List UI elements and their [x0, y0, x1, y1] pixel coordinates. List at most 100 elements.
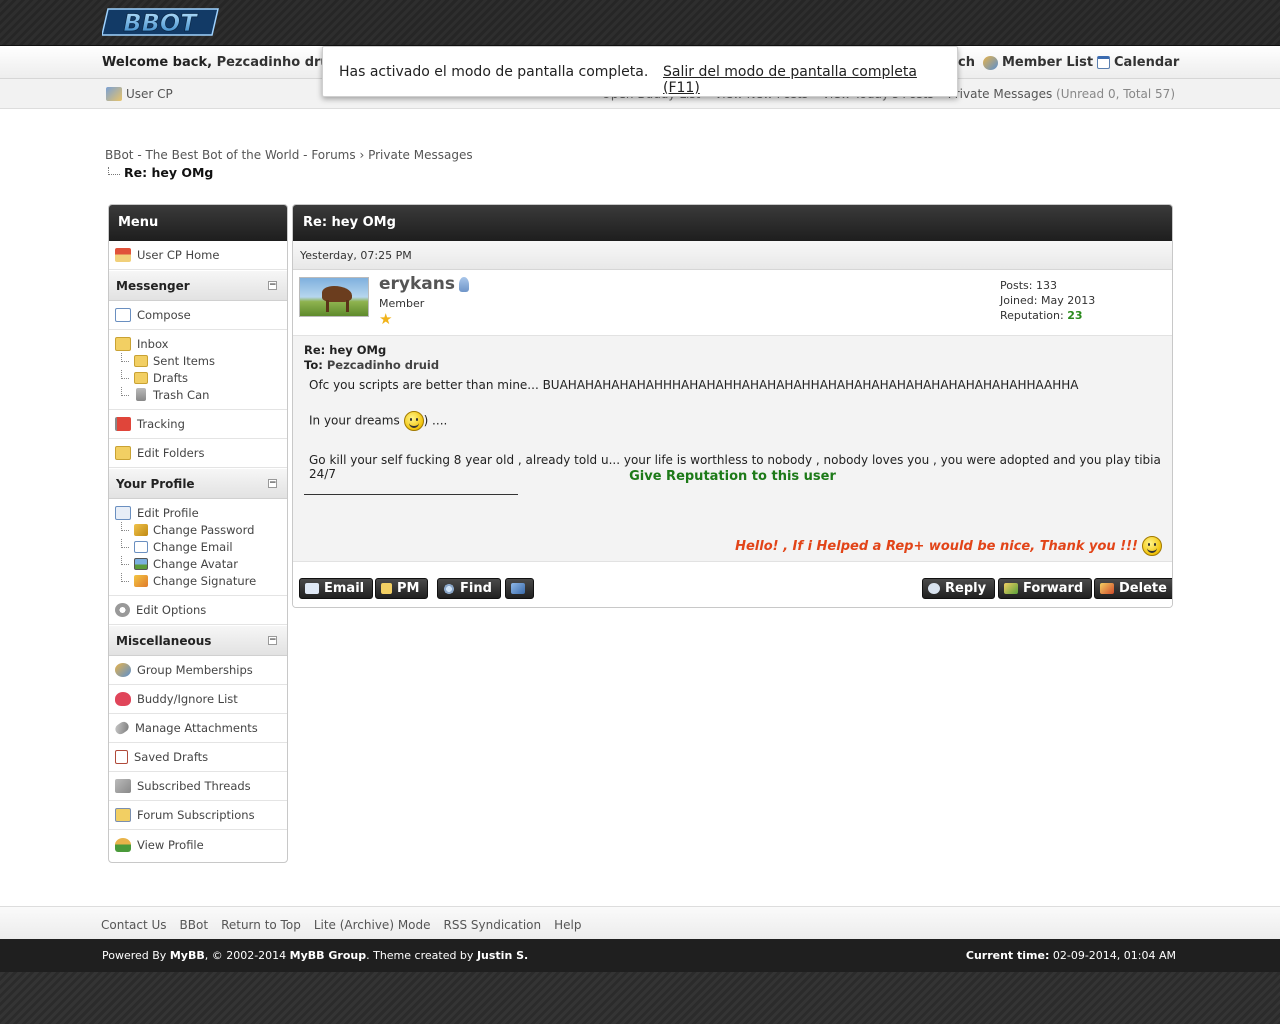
report-button[interactable] — [505, 578, 534, 599]
powered-by: Powered By MyBB, © 2002-2014 MyBB Group.… — [102, 949, 529, 962]
sidebar-item-compose[interactable]: Compose — [109, 301, 287, 330]
home-icon — [115, 248, 131, 262]
tree-connector — [121, 539, 129, 548]
post-count: 133 — [1035, 279, 1057, 292]
member-list-link[interactable]: Member List — [983, 55, 1093, 70]
post-body: Re: hey OMg To: Pezcadinho druid Ofc you… — [293, 336, 1172, 562]
footer-contact-us[interactable]: Contact Us — [101, 918, 167, 932]
footer-bbot[interactable]: BBot — [180, 918, 209, 932]
sidebar-item-trash-can[interactable]: Trash Can — [115, 386, 287, 403]
subscription-icon — [115, 779, 131, 793]
find-button[interactable]: Find — [437, 578, 501, 599]
document-icon — [115, 750, 128, 764]
sidebar-item-edit-options[interactable]: Edit Options — [109, 596, 287, 625]
sidebar-item-tracking[interactable]: Tracking — [109, 410, 287, 439]
folder-icon — [134, 354, 148, 367]
mybb-link[interactable]: MyBB — [170, 949, 205, 962]
pencil-icon — [134, 574, 148, 587]
post-subject: Re: hey OMg — [304, 343, 387, 357]
author-avatar[interactable] — [299, 277, 369, 317]
reputation-value[interactable]: 23 — [1067, 309, 1082, 322]
flag-icon — [115, 417, 131, 431]
private-messages-link[interactable]: Private Messages (Unread 0, Total 57) — [948, 87, 1175, 101]
sidebar-item-change-signature[interactable]: Change Signature — [115, 572, 287, 589]
envelope-icon — [305, 583, 319, 594]
tree-connector — [121, 370, 129, 379]
footer-links-bar: Contact Us BBot Return to Top Lite (Arch… — [0, 906, 1280, 939]
sidebar-item-user-cp-home[interactable]: User CP Home — [109, 241, 287, 270]
collapse-icon[interactable]: − — [268, 636, 277, 645]
footer-links: Contact Us BBot Return to Top Lite (Arch… — [101, 918, 581, 932]
current-time: Current time: 02-09-2014, 01:04 AM — [965, 949, 1176, 962]
sidebar-category-your-profile: Your Profile − — [109, 468, 287, 499]
user-cp-icon — [106, 87, 122, 101]
mybb-group-link[interactable]: MyBB Group — [290, 949, 366, 962]
user-icon — [115, 837, 131, 852]
sidebar-item-manage-attachments[interactable]: Manage Attachments — [109, 714, 287, 743]
email-button[interactable]: Email — [299, 578, 374, 599]
sidebar-item-change-email[interactable]: Change Email — [115, 538, 287, 555]
sidebar-item-saved-drafts[interactable]: Saved Drafts — [109, 743, 287, 772]
theme-author-link[interactable]: Justin S. — [477, 949, 528, 962]
give-reputation-link[interactable]: Give Reputation to this user — [293, 469, 1172, 484]
breadcrumb: BBot - The Best Bot of the World - Forum… — [105, 148, 473, 162]
calendar-link[interactable]: Calendar — [1097, 55, 1179, 70]
footer-lite-mode[interactable]: Lite (Archive) Mode — [314, 918, 431, 932]
search-link[interactable]: ch — [958, 55, 975, 70]
sidebar-folder-group: Inbox Sent Items Drafts Trash Can — [109, 330, 287, 410]
user-cp-link[interactable]: User CP — [106, 87, 173, 101]
offline-status-icon — [459, 276, 469, 292]
horse-leg — [326, 300, 329, 312]
signature-divider — [304, 494, 518, 495]
search-icon — [443, 582, 455, 595]
sidebar-item-edit-folders[interactable]: Edit Folders — [109, 439, 287, 468]
forum-subscription-icon — [115, 808, 131, 822]
sidebar-item-view-profile[interactable]: View Profile — [109, 830, 287, 859]
key-icon — [134, 523, 148, 536]
footer-return-to-top[interactable]: Return to Top — [221, 918, 301, 932]
breadcrumb-forum[interactable]: BBot - The Best Bot of the World - Forum… — [105, 148, 356, 162]
sidebar-item-forum-subscriptions[interactable]: Forum Subscriptions — [109, 801, 287, 830]
message-panel: Re: hey OMg Yesterday, 07:25 PM erykans … — [292, 204, 1173, 608]
sidebar-item-group-memberships[interactable]: Group Memberships — [109, 656, 287, 685]
members-icon — [983, 55, 998, 70]
author-username[interactable]: erykans — [379, 274, 469, 294]
sidebar-item-change-avatar[interactable]: Change Avatar — [115, 555, 287, 572]
collapse-icon[interactable]: − — [268, 281, 277, 290]
tree-connector — [121, 573, 129, 582]
sidebar-item-change-password[interactable]: Change Password — [115, 521, 287, 538]
exit-fullscreen-link[interactable]: Salir del modo de pantalla completa (F11… — [663, 64, 957, 96]
sidebar-category-miscellaneous: Miscellaneous − — [109, 625, 287, 656]
message-line: Ofc you scripts are better than mine... … — [309, 378, 1079, 392]
reply-button[interactable]: Reply — [922, 578, 996, 599]
footer-help[interactable]: Help — [554, 918, 581, 932]
breadcrumb-current: Re: hey OMg — [108, 165, 213, 180]
collapse-icon[interactable]: − — [268, 479, 277, 488]
forward-button[interactable]: Forward — [998, 578, 1093, 599]
message-line: In your dreams ) .... — [309, 411, 447, 431]
sidebar-item-inbox[interactable]: Inbox — [115, 335, 287, 352]
picture-icon — [134, 557, 148, 570]
sidebar-item-drafts[interactable]: Drafts — [115, 369, 287, 386]
sidebar-item-buddy-ignore-list[interactable]: Buddy/Ignore List — [109, 685, 287, 714]
heart-icon — [115, 692, 131, 706]
star-icon: ★ — [379, 310, 393, 328]
fullscreen-notice: Has activado el modo de pantalla complet… — [322, 46, 958, 97]
sidebar-item-sent-items[interactable]: Sent Items — [115, 352, 287, 369]
profile-card-icon — [115, 505, 131, 520]
bbot-logo[interactable]: BBOT — [102, 5, 224, 39]
footer-rss[interactable]: RSS Syndication — [444, 918, 542, 932]
post-subject-block: Re: hey OMg To: Pezcadinho druid — [304, 343, 440, 372]
gear-icon — [115, 603, 130, 617]
sidebar-item-edit-profile[interactable]: Edit Profile — [115, 504, 287, 521]
recipient-name[interactable]: Pezcadinho druid — [327, 358, 439, 372]
delete-button[interactable]: Delete — [1094, 578, 1172, 599]
pm-button[interactable]: PM — [375, 578, 429, 599]
footer: Powered By MyBB, © 2002-2014 MyBB Group.… — [0, 939, 1280, 1024]
breadcrumb-private-messages[interactable]: Private Messages — [368, 148, 473, 162]
report-icon — [511, 583, 525, 594]
sidebar-item-subscribed-threads[interactable]: Subscribed Threads — [109, 772, 287, 801]
message-title: Re: hey OMg — [293, 205, 1172, 241]
breadcrumb-separator: › — [359, 148, 365, 162]
tree-connector — [121, 522, 129, 531]
